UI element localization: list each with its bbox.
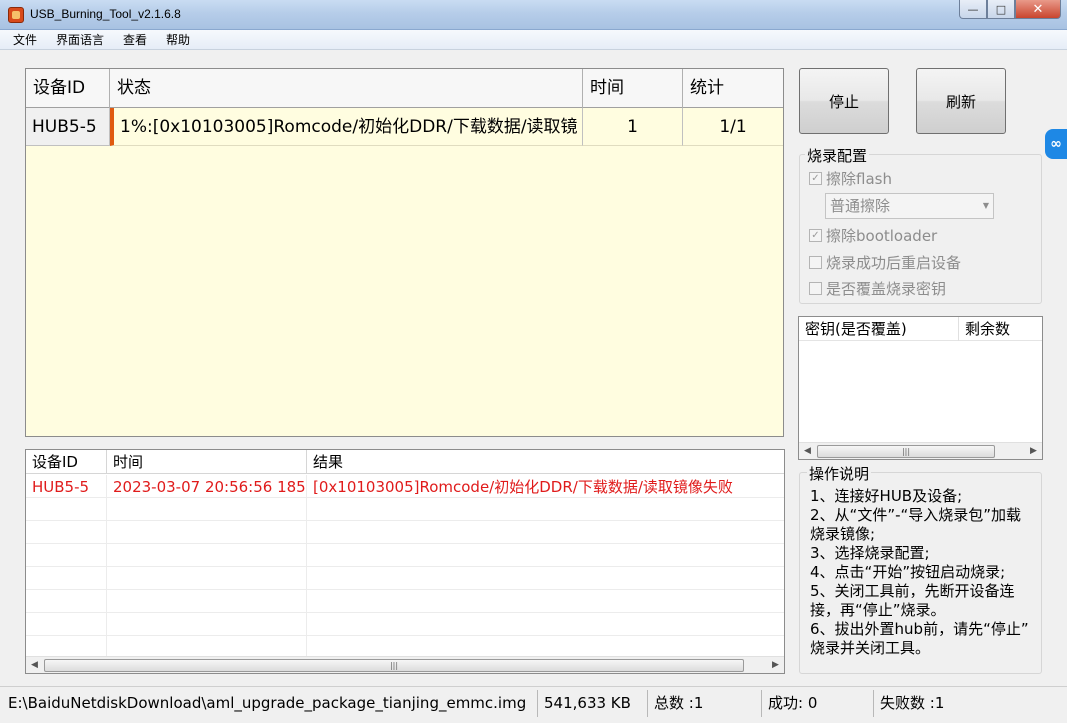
device-table[interactable]: 设备ID 状态 时间 统计 HUB5-5 1%:[0x10103005]Romc… [25,68,784,437]
column-time[interactable]: 时间 [583,69,683,108]
status-failed: 失败数 :1 [880,694,945,712]
menu-language[interactable]: 界面语言 [53,30,107,49]
status-bar: E:\BaiduNetdiskDownload\aml_upgrade_pack… [0,686,1067,723]
menu-help[interactable]: 帮助 [163,30,193,49]
link-icon[interactable]: ∞ [1045,129,1067,159]
log-table-header: 设备ID 时间 结果 [26,450,784,474]
column-device-id[interactable]: 设备ID [26,69,110,108]
scroll-thumb[interactable]: ||| [817,445,995,458]
burn-config-title: 烧录配置 [805,145,870,166]
log-column-device-id[interactable]: 设备ID [26,450,107,474]
device-table-header: 设备ID 状态 时间 统计 [26,69,783,108]
erase-flash-label: 擦除flash [826,170,892,188]
overwrite-keys-checkbox[interactable] [809,282,822,295]
erase-flash-option[interactable]: ✓ 擦除flash [809,168,892,189]
log-column-result[interactable]: 结果 [307,450,784,474]
log-grid-row [26,544,784,567]
scroll-right-arrow-icon[interactable]: ▶ [1025,443,1042,460]
instruction-line: 4、点击“开始”按钮启动烧录; [810,563,1006,581]
reboot-checkbox[interactable] [809,256,822,269]
log-grid-row [26,590,784,613]
status-file-size: 541,633 KB [538,690,648,717]
window-title: USB_Burning_Tool_v2.1.6.8 [30,7,181,21]
instructions-text: 1、连接好HUB及设备; 2、从“文件”-“导入烧录包”加载 烧录镜像; 3、选… [810,487,1042,658]
minimize-button[interactable]: — [959,0,987,19]
log-grid-row [26,567,784,590]
erase-flash-checkbox[interactable]: ✓ [809,172,822,185]
menu-bar: 文件 界面语言 查看 帮助 [0,30,1067,50]
status-total: 总数 :1 [648,690,762,717]
key-column-remaining[interactable]: 剩余数 [959,317,1042,341]
instruction-line: 3、选择烧录配置; [810,544,930,562]
device-row[interactable]: HUB5-5 1%:[0x10103005]Romcode/初始化DDR/下载数… [26,108,783,146]
device-stat-cell: 1/1 [683,108,783,146]
erase-bootloader-option[interactable]: ✓ 擦除bootloader [809,225,937,246]
reboot-option[interactable]: 烧录成功后重启设备 [809,252,961,273]
log-result: [0x10103005]Romcode/初始化DDR/下载数据/读取镜像失败 [313,478,733,496]
log-row[interactable]: HUB5-5 2023-03-07 20:56:56 185 [0x101030… [26,475,784,498]
log-table[interactable]: 设备ID 时间 结果 HUB5-5 2023-03-07 20:56:56 18… [25,449,785,674]
stop-button[interactable]: 停止 [799,68,889,134]
instructions-title: 操作说明 [807,463,872,484]
erase-mode-value: 普通擦除 [830,197,891,215]
log-column-time[interactable]: 时间 [107,450,307,474]
status-success: 成功: 0 [762,690,874,717]
device-id-cell: HUB5-5 [26,108,110,146]
column-stat[interactable]: 统计 [683,69,783,108]
status-file-path: E:\BaiduNetdiskDownload\aml_upgrade_pack… [2,690,538,717]
erase-bootloader-label: 擦除bootloader [826,227,938,245]
instruction-line: 烧录镜像; [810,525,876,543]
scroll-left-arrow-icon[interactable]: ◀ [799,443,816,460]
chevron-down-icon: ▼ [982,201,989,210]
log-grid-row [26,498,784,521]
erase-mode-select[interactable]: 普通擦除 ▼ [825,193,994,219]
window-controls: — □ ✕ [959,0,1061,20]
overwrite-keys-label: 是否覆盖烧录密钥 [826,280,947,298]
device-time-cell: 1 [583,108,683,146]
refresh-button[interactable]: 刷新 [916,68,1006,134]
overwrite-keys-option[interactable]: 是否覆盖烧录密钥 [809,278,946,299]
log-grid-row [26,521,784,544]
instruction-line: 烧录并关闭工具。 [810,639,931,657]
reboot-label: 烧录成功后重启设备 [826,254,962,272]
instruction-line: 5、关闭工具前，先断开设备连 [810,582,1015,600]
instruction-line: 1、连接好HUB及设备; [810,487,963,505]
close-button[interactable]: ✕ [1015,0,1061,19]
instruction-line: 2、从“文件”-“导入烧录包”加载 [810,506,1022,524]
scroll-left-arrow-icon[interactable]: ◀ [26,657,43,674]
instruction-line: 6、拔出外置hub前，请先“停止” [810,620,1029,638]
device-status-cell: 1%:[0x10103005]Romcode/初始化DDR/下载数据/读取镜 [110,108,583,146]
key-list[interactable]: 密钥(是否覆盖) 剩余数 ◀ ||| ▶ [798,316,1043,460]
scroll-thumb[interactable]: ||| [44,659,744,672]
title-bar: USB_Burning_Tool_v2.1.6.8 — □ ✕ [0,0,1067,30]
log-horizontal-scrollbar[interactable]: ◀ ||| ▶ [26,656,784,673]
menu-file[interactable]: 文件 [10,30,40,49]
instruction-line: 接，再“停止”烧录。 [810,601,946,619]
menu-view[interactable]: 查看 [120,30,150,49]
erase-bootloader-checkbox[interactable]: ✓ [809,229,822,242]
column-status[interactable]: 状态 [110,69,583,108]
maximize-button[interactable]: □ [987,0,1015,19]
scroll-right-arrow-icon[interactable]: ▶ [767,657,784,674]
key-column-name[interactable]: 密钥(是否覆盖) [799,317,959,341]
log-grid-row [26,613,784,636]
app-icon [8,7,24,23]
key-list-horizontal-scrollbar[interactable]: ◀ ||| ▶ [799,442,1042,459]
log-time: 2023-03-07 20:56:56 185 [113,478,306,496]
key-list-header: 密钥(是否覆盖) 剩余数 [799,317,1042,341]
log-device-id: HUB5-5 [32,478,90,496]
